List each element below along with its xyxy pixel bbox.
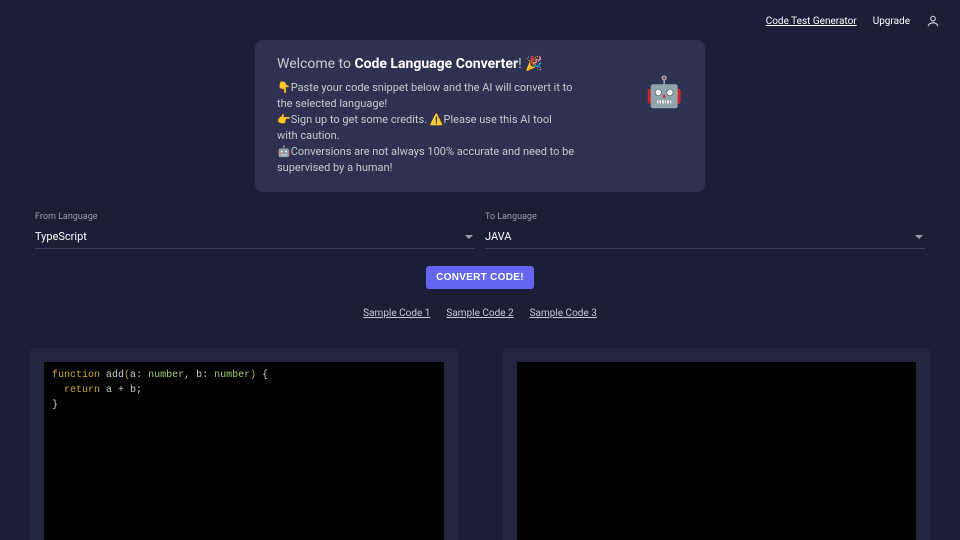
code-token: number: [148, 370, 184, 381]
code-token: function: [52, 370, 100, 381]
code-token: }: [52, 400, 58, 411]
code-token: number: [214, 370, 250, 381]
target-editor-panel: [503, 348, 931, 540]
to-language-label: To Language: [485, 212, 925, 222]
sample-code-3-link[interactable]: Sample Code 3: [530, 308, 597, 319]
hero-title: Welcome to Code Language Converter! 🎉: [277, 56, 575, 72]
code-token: :: [202, 370, 214, 381]
user-icon[interactable]: [926, 14, 940, 28]
from-language-value: TypeScript: [35, 230, 87, 243]
code-test-generator-link[interactable]: Code Test Generator: [766, 16, 857, 27]
hero-line-2: 👉Sign up to get some credits. ⚠️Please u…: [277, 112, 575, 144]
code-token: ,: [184, 370, 196, 381]
robot-icon: 🤖: [646, 75, 683, 110]
hero-line-3: 🤖Conversions are not always 100% accurat…: [277, 144, 575, 176]
to-language-value: JAVA: [485, 230, 511, 243]
hero-title-prefix: Welcome to: [277, 56, 354, 72]
upgrade-link[interactable]: Upgrade: [873, 16, 910, 27]
from-language-select[interactable]: TypeScript: [35, 226, 475, 249]
code-token: return: [64, 385, 100, 396]
source-code-editor[interactable]: function add(a: number, b: number) { ret…: [44, 362, 444, 540]
target-code-editor[interactable]: [517, 362, 917, 540]
to-language-select[interactable]: JAVA: [485, 226, 925, 249]
hero-title-suffix: ! 🎉: [518, 56, 543, 72]
source-editor-panel: function add(a: number, b: number) { ret…: [30, 348, 458, 540]
code-token: [52, 385, 64, 396]
convert-code-button[interactable]: CONVERT CODE!: [426, 266, 534, 289]
code-token: :: [136, 370, 148, 381]
hero-title-strong: Code Language Converter: [354, 56, 518, 72]
code-token: a + b;: [100, 385, 142, 396]
code-token: add: [100, 370, 124, 381]
hero-card: Welcome to Code Language Converter! 🎉 👇P…: [255, 40, 705, 192]
chevron-down-icon: [465, 235, 473, 239]
chevron-down-icon: [915, 235, 923, 239]
sample-code-1-link[interactable]: Sample Code 1: [363, 308, 430, 319]
from-language-label: From Language: [35, 212, 475, 222]
code-token: {: [256, 370, 268, 381]
hero-line-1: 👇Paste your code snippet below and the A…: [277, 80, 575, 112]
sample-code-2-link[interactable]: Sample Code 2: [446, 308, 513, 319]
